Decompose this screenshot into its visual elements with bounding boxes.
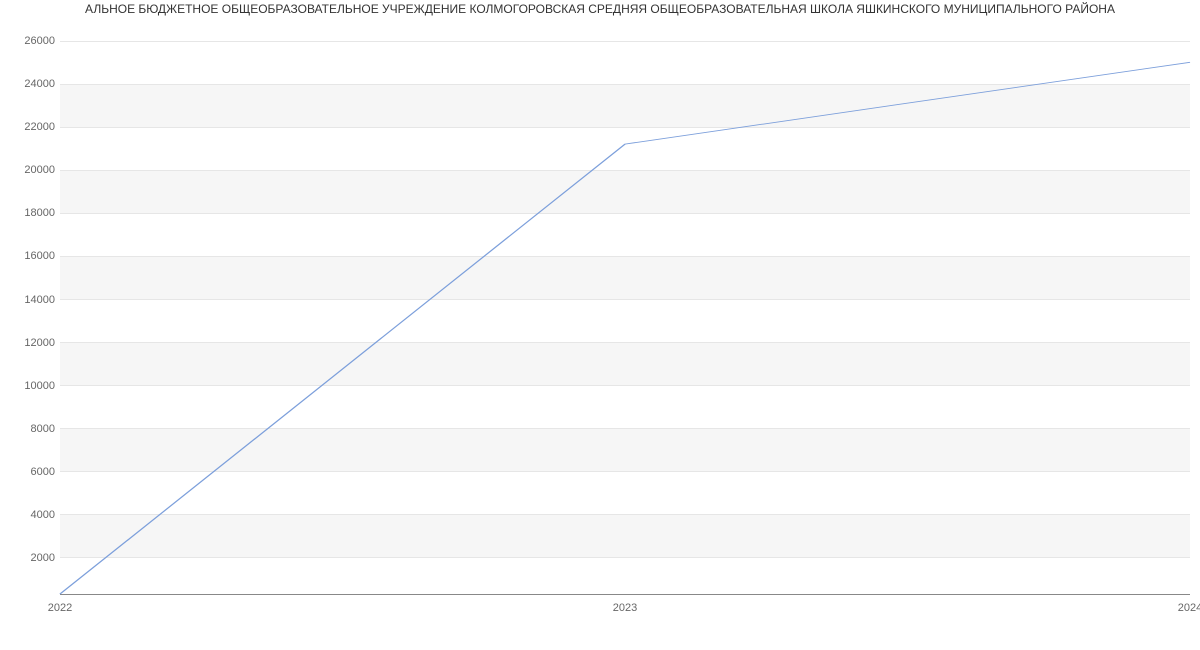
y-tick-label: 8000 <box>0 423 55 435</box>
y-tick-label: 18000 <box>0 207 55 219</box>
y-tick-label: 14000 <box>0 294 55 306</box>
y-tick-label: 12000 <box>0 337 55 349</box>
line-series <box>60 30 1190 594</box>
y-tick-label: 16000 <box>0 250 55 262</box>
y-tick-label: 6000 <box>0 466 55 478</box>
y-tick-label: 20000 <box>0 164 55 176</box>
chart-container: 2000 4000 6000 8000 10000 12000 14000 16000 1800… <box>0 30 1200 620</box>
x-tick-label: 2022 <box>48 602 72 614</box>
y-tick-label: 24000 <box>0 78 55 90</box>
y-tick-label: 26000 <box>0 35 55 47</box>
y-tick-label: 22000 <box>0 121 55 133</box>
y-tick-label: 2000 <box>0 552 55 564</box>
x-tick-label: 2024 <box>1178 602 1200 614</box>
plot-area <box>60 30 1190 595</box>
y-tick-label: 10000 <box>0 380 55 392</box>
chart-title: АЛЬНОЕ БЮДЖЕТНОЕ ОБЩЕОБРАЗОВАТЕЛЬНОЕ УЧР… <box>0 2 1200 16</box>
y-tick-label: 4000 <box>0 509 55 521</box>
x-tick-label: 2023 <box>613 602 637 614</box>
